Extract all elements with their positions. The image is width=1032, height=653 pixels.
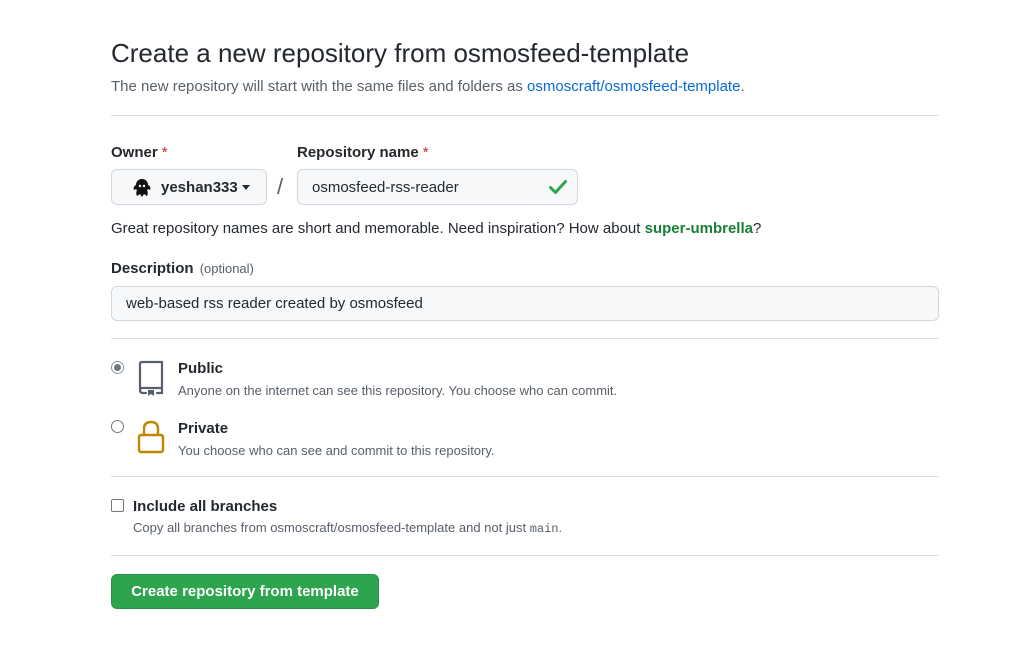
divider: [111, 476, 939, 477]
page-subtitle: The new repository will start with the s…: [111, 78, 745, 95]
description-label: Description (optional): [111, 260, 254, 277]
check-icon: [549, 180, 567, 194]
page-title: Create a new repository from osmosfeed-t…: [111, 38, 690, 68]
private-radio[interactable]: [111, 420, 124, 433]
public-option-description: Anyone on the internet can see this repo…: [178, 383, 618, 398]
subtitle-text: The new repository will start with the s…: [111, 78, 528, 95]
subtitle-suffix: .: [740, 78, 745, 95]
owner-label-text: Owner: [111, 144, 158, 161]
branches-description-text: Copy all branches from osmoscraft/osmosf…: [133, 520, 530, 535]
owner-select-button[interactable]: yeshan333: [111, 169, 267, 205]
public-option-title: Public: [178, 360, 224, 377]
owner-name: yeshan333: [161, 179, 238, 196]
required-mark: *: [161, 144, 168, 161]
hint-suffix: ?: [752, 220, 762, 237]
path-separator: /: [277, 174, 284, 199]
create-repository-button[interactable]: Create repository from template: [111, 574, 379, 609]
name-hint: Great repository names are short and mem…: [111, 220, 761, 237]
lock-icon: [137, 420, 165, 454]
template-link[interactable]: osmoscraft/osmosfeed-template: [527, 78, 740, 95]
optional-hint: (optional): [199, 261, 254, 276]
include-all-branches-label: Include all branches: [133, 498, 278, 515]
chevron-down-icon: [242, 185, 250, 190]
repository-name-input[interactable]: [297, 169, 578, 205]
hint-text: Great repository names are short and mem…: [111, 220, 645, 237]
divider: [111, 555, 939, 556]
branches-description-suffix: .: [558, 520, 563, 535]
description-label-text: Description: [111, 260, 194, 277]
description-input[interactable]: [111, 286, 939, 321]
private-option-description: You choose who can see and commit to thi…: [178, 443, 495, 458]
include-all-branches-description: Copy all branches from osmoscraft/osmosf…: [133, 520, 562, 536]
repo-name-label: Repository name *: [297, 144, 429, 161]
required-mark: *: [422, 144, 429, 161]
repo-icon: [138, 360, 164, 396]
avatar: [133, 179, 151, 197]
name-suggestion[interactable]: super-umbrella: [645, 220, 753, 237]
owner-label: Owner *: [111, 144, 168, 161]
divider: [111, 338, 939, 339]
branch-code: main: [529, 522, 559, 536]
repo-name-label-text: Repository name: [297, 144, 419, 161]
divider: [111, 115, 939, 116]
private-option-title: Private: [178, 420, 229, 437]
include-all-branches-checkbox[interactable]: [111, 499, 124, 512]
public-radio[interactable]: [111, 361, 124, 374]
